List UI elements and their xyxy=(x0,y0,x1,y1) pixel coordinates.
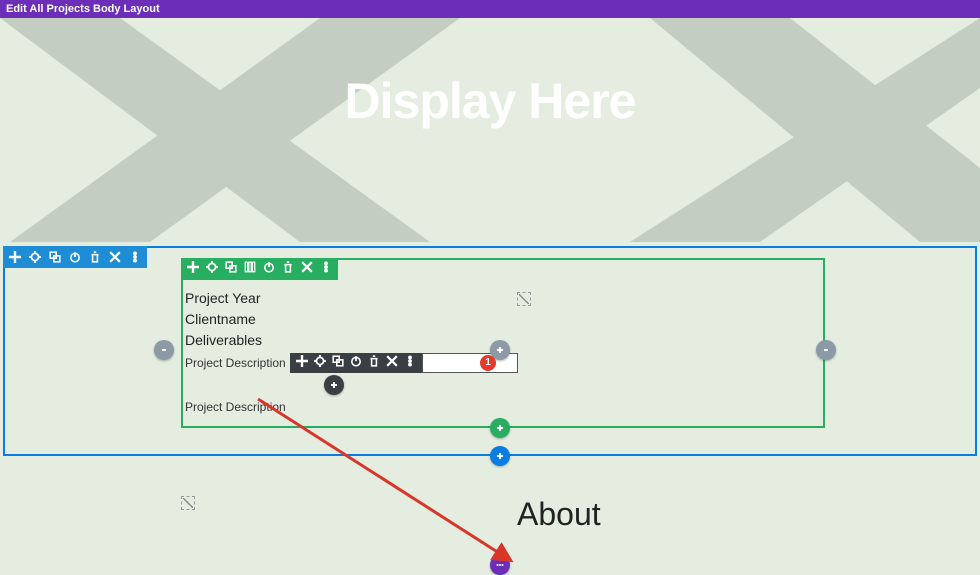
duplicate-icon[interactable] xyxy=(332,353,344,372)
broken-image-icon xyxy=(181,496,195,510)
power-icon[interactable] xyxy=(350,353,362,372)
module-label: Project Description xyxy=(185,399,821,415)
power-icon[interactable] xyxy=(263,260,275,278)
annotation-badge: 1 xyxy=(480,355,496,371)
trash-icon[interactable] xyxy=(282,260,294,278)
text-line: Clientname xyxy=(185,309,821,330)
power-icon[interactable] xyxy=(69,251,81,263)
close-icon[interactable] xyxy=(386,353,398,372)
add-icon[interactable] xyxy=(9,251,21,263)
trash-icon[interactable] xyxy=(89,251,101,263)
editor-title: Edit All Projects Body Layout xyxy=(6,3,160,15)
close-icon[interactable] xyxy=(109,251,121,263)
more-icon[interactable] xyxy=(129,251,141,263)
add-row-button[interactable] xyxy=(490,418,510,438)
column-handle-left[interactable] xyxy=(154,340,174,360)
gear-icon[interactable] xyxy=(206,260,218,278)
text-line: Project Year xyxy=(185,288,821,309)
duplicate-icon[interactable] xyxy=(225,260,237,278)
more-icon[interactable] xyxy=(320,260,332,278)
broken-image-icon xyxy=(517,292,531,306)
duplicate-icon[interactable] xyxy=(49,251,61,263)
column-handle-right[interactable] xyxy=(816,340,836,360)
module-toolbar xyxy=(290,353,422,373)
hero-title: Display Here xyxy=(0,72,980,130)
editor-top-bar: Edit All Projects Body Layout xyxy=(0,0,980,18)
add-icon[interactable] xyxy=(296,353,308,372)
row-toolbar xyxy=(181,258,338,280)
about-heading: About xyxy=(517,496,601,533)
add-section-button[interactable] xyxy=(490,446,510,466)
hero-section: Display Here xyxy=(0,18,980,242)
more-icon[interactable] xyxy=(404,353,416,372)
add-module-button[interactable] xyxy=(324,375,344,395)
trash-icon[interactable] xyxy=(368,353,380,372)
section-toolbar xyxy=(3,246,147,268)
close-icon[interactable] xyxy=(301,260,313,278)
module-label: Project Description xyxy=(185,355,286,371)
page-settings-button[interactable] xyxy=(490,555,510,575)
columns-icon[interactable] xyxy=(244,260,256,278)
gear-icon[interactable] xyxy=(29,251,41,263)
add-icon[interactable] xyxy=(187,260,199,278)
hero-pattern xyxy=(0,18,980,242)
gear-icon[interactable] xyxy=(314,353,326,372)
